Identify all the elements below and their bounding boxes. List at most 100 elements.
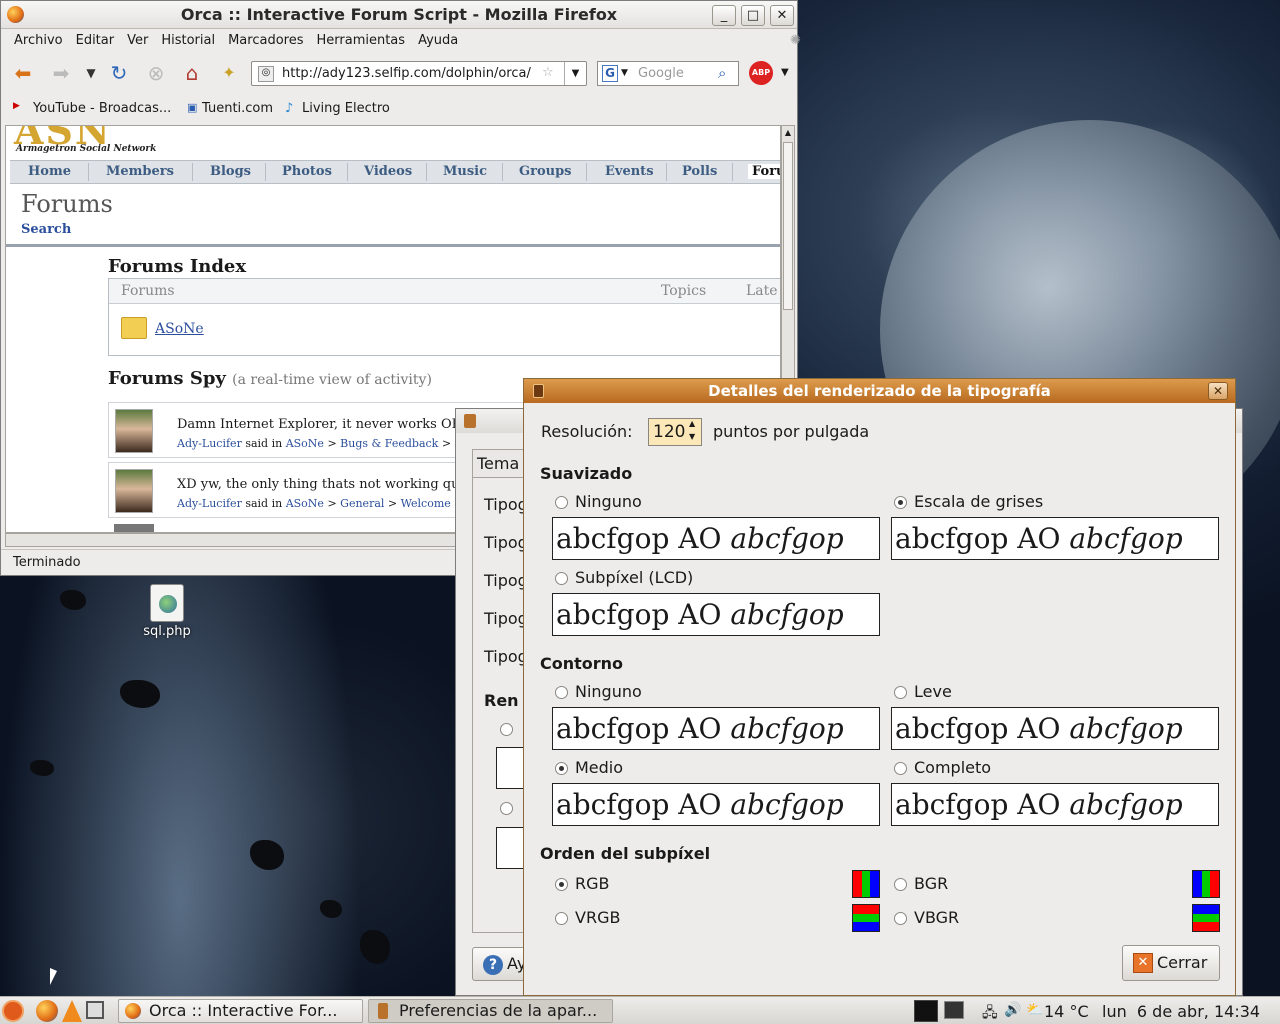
forum-link-asone[interactable]: ASoNe xyxy=(155,321,204,337)
resolution-value[interactable]: 120 xyxy=(653,422,685,442)
hinting-none-label[interactable]: Ninguno xyxy=(575,682,642,701)
terminal-launcher-icon[interactable] xyxy=(86,1001,104,1019)
search-box[interactable]: G ▼ Google ⌕ xyxy=(597,61,739,86)
volume-icon[interactable]: 🔊 xyxy=(1004,1002,1021,1018)
hinting-slight-sample[interactable]: abcfgop AO abcfgop xyxy=(891,707,1219,750)
hinting-medium-label[interactable]: Medio xyxy=(575,758,623,777)
tab-music[interactable]: Music xyxy=(443,164,487,179)
bookmark-youtube[interactable]: YouTube - Broadcas... xyxy=(33,101,171,116)
smoothing-grayscale-radio[interactable] xyxy=(894,496,907,509)
tab-forums[interactable]: Foru xyxy=(748,164,780,179)
post-user-link[interactable]: Ady-Lucifer xyxy=(177,437,242,450)
google-engine-icon[interactable]: G xyxy=(602,65,618,82)
home-icon[interactable]: ⌂ xyxy=(180,61,204,85)
render-radio[interactable] xyxy=(500,723,513,736)
vlc-launcher-icon[interactable] xyxy=(62,1000,82,1022)
smoothing-subpixel-sample[interactable]: abcfgop AO abcfgop xyxy=(552,593,880,636)
maximize-button[interactable]: □ xyxy=(741,5,765,26)
search-magnifier-icon[interactable]: ⌕ xyxy=(718,64,726,82)
site-identity-icon[interactable]: ◎ xyxy=(258,66,274,82)
firefox-launcher-icon[interactable] xyxy=(36,1000,58,1022)
hinting-slight-label[interactable]: Leve xyxy=(914,682,952,701)
smoothing-grayscale-sample[interactable]: abcfgop AO abcfgop xyxy=(891,517,1219,560)
tab-photos[interactable]: Photos xyxy=(282,164,332,179)
spin-up-icon[interactable]: ▲ xyxy=(689,419,695,428)
terminal-tray-icon[interactable] xyxy=(944,1001,964,1019)
ubuntu-menu-icon[interactable] xyxy=(2,1000,24,1022)
subpixel-vrgb-label[interactable]: VRGB xyxy=(575,908,620,927)
smoothing-none-sample[interactable]: abcfgop AO abcfgop xyxy=(552,517,880,560)
spin-down-icon[interactable]: ▼ xyxy=(689,432,695,441)
smoothing-subpixel-label[interactable]: Subpíxel (LCD) xyxy=(575,568,693,587)
smoothing-none-radio[interactable] xyxy=(555,496,568,509)
forward-icon[interactable]: ➡ xyxy=(49,61,73,85)
stop-icon[interactable]: ⊗ xyxy=(144,61,168,85)
history-dropdown-icon[interactable]: ▼ xyxy=(79,61,103,85)
subpixel-vrgb-radio[interactable] xyxy=(555,912,568,925)
hinting-none-radio[interactable] xyxy=(555,686,568,699)
close-dialog-button[interactable]: ✕ Cerrar xyxy=(1122,945,1220,981)
tab-members[interactable]: Members xyxy=(106,164,174,179)
search-link[interactable]: Search xyxy=(21,222,71,237)
back-icon[interactable]: ⬅ xyxy=(11,61,35,85)
minimize-button[interactable]: _ xyxy=(712,5,736,26)
hinting-full-sample[interactable]: abcfgop AO abcfgop xyxy=(891,783,1219,826)
dialog-titlebar[interactable]: Detalles del renderizado de la tipografí… xyxy=(524,379,1235,403)
tab-blogs[interactable]: Blogs xyxy=(210,164,251,179)
menu-herramientas[interactable]: Herramientas xyxy=(317,29,406,53)
adblock-dropdown-icon[interactable]: ▼ xyxy=(781,67,789,78)
bookmark-living-electro[interactable]: Living Electro xyxy=(302,101,390,116)
task-preferences[interactable]: Preferencias de la apar... xyxy=(368,999,613,1023)
bookmark-star-icon[interactable]: ✦ xyxy=(217,61,241,85)
menu-ayuda[interactable]: Ayuda xyxy=(418,29,458,53)
task-firefox[interactable]: Orca :: Interactive For... xyxy=(118,999,363,1023)
subpixel-bgr-label[interactable]: BGR xyxy=(914,874,948,893)
avatar[interactable] xyxy=(115,469,153,513)
hinting-medium-sample[interactable]: abcfgop AO abcfgop xyxy=(552,783,880,826)
post-text[interactable]: XD yw, the only thing thats not working … xyxy=(177,477,460,492)
dialog-close-icon[interactable]: ✕ xyxy=(1208,382,1228,400)
tab-home[interactable]: Home xyxy=(28,164,71,179)
temperature[interactable]: 14 °C xyxy=(1044,1002,1089,1021)
bookmark-page-star-icon[interactable]: ☆ xyxy=(542,65,554,80)
url-dropdown-icon[interactable]: ▼ xyxy=(564,62,586,85)
hinting-medium-radio[interactable] xyxy=(555,762,568,775)
hinting-full-radio[interactable] xyxy=(894,762,907,775)
clock[interactable]: lun 6 de abr, 14:34 xyxy=(1102,1002,1260,1021)
tab-groups[interactable]: Groups xyxy=(519,164,571,179)
post-topic-link[interactable]: Bugs & Feedback xyxy=(340,437,438,450)
menu-editar[interactable]: Editar xyxy=(76,29,115,53)
tab-polls[interactable]: Polls xyxy=(682,164,717,179)
system-monitor-icon[interactable] xyxy=(914,1000,938,1022)
smoothing-none-label[interactable]: Ninguno xyxy=(575,492,642,511)
menu-historial[interactable]: Historial xyxy=(161,29,215,53)
smoothing-subpixel-radio[interactable] xyxy=(555,572,568,585)
subpixel-rgb-label[interactable]: RGB xyxy=(575,874,610,893)
menu-ver[interactable]: Ver xyxy=(127,29,148,53)
smoothing-grayscale-label[interactable]: Escala de grises xyxy=(914,492,1043,511)
hinting-slight-radio[interactable] xyxy=(894,686,907,699)
bookmark-tuenti[interactable]: Tuenti.com xyxy=(202,101,273,116)
avatar[interactable] xyxy=(115,409,153,453)
weather-icon[interactable]: ⛅ xyxy=(1026,1002,1043,1018)
resolution-spinner[interactable]: 120 ▲ ▼ xyxy=(648,418,702,446)
close-button[interactable]: ✕ xyxy=(770,5,794,26)
avatar[interactable] xyxy=(114,524,154,532)
subpixel-vbgr-label[interactable]: VBGR xyxy=(914,908,959,927)
menu-archivo[interactable]: Archivo xyxy=(14,29,63,53)
engine-dropdown-icon[interactable]: ▼ xyxy=(621,68,628,78)
subpixel-rgb-radio[interactable] xyxy=(555,878,568,891)
subpixel-bgr-radio[interactable] xyxy=(894,878,907,891)
post-user-link[interactable]: Ady-Lucifer xyxy=(177,497,242,510)
post-forum-link[interactable]: ASoNe xyxy=(286,497,324,510)
adblock-icon[interactable]: ABP xyxy=(749,61,773,85)
menu-marcadores[interactable]: Marcadores xyxy=(228,29,303,53)
post-topic-link[interactable]: General xyxy=(340,497,384,510)
network-icon[interactable]: 🖧 xyxy=(982,1002,998,1024)
tab-events[interactable]: Events xyxy=(605,164,654,179)
desktop-file-sqlphp[interactable]: sql.php xyxy=(140,584,194,646)
post-topic-link[interactable]: Welcome xyxy=(401,497,451,510)
post-text[interactable]: Damn Internet Explorer, it never works O… xyxy=(177,417,461,432)
render-radio[interactable] xyxy=(500,802,513,815)
scrollbar-thumb[interactable] xyxy=(783,142,793,310)
